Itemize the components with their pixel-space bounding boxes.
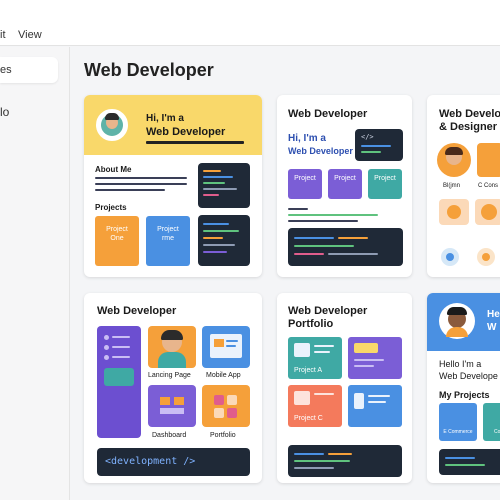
code-snippet: [198, 163, 250, 208]
project-tile-label: Project: [334, 175, 356, 182]
project-tile[interactable]: E Commerce: [439, 403, 477, 441]
project-tile-label: Cor: [493, 429, 500, 435]
mobile-app-thumb[interactable]: [202, 326, 250, 368]
thumb-label: Bl(jmn: [443, 183, 461, 189]
template-card-1[interactable]: Hi, I'm a Web Developer About Me Project…: [84, 95, 262, 277]
code-block: [288, 445, 402, 477]
portfolio-label: Portfolio: [210, 432, 236, 439]
code-banner: <development />: [97, 448, 250, 476]
project-tile-label: Project: [374, 175, 396, 182]
card-title-line2: Portfolio: [288, 318, 334, 330]
card-title-line1: Web Develo: [439, 108, 500, 120]
template-card-6[interactable]: He W Hello I'm a Web Develope My Project…: [427, 293, 500, 483]
project-tile-label: E Commerce: [443, 429, 473, 435]
thumb-label: C Cons: [478, 183, 499, 189]
sidebar: es lo: [0, 47, 70, 500]
project-tile[interactable]: Project: [288, 169, 322, 199]
project-a-label: Project A: [294, 367, 323, 374]
about-title: About Me: [95, 165, 132, 174]
text-line: [288, 208, 308, 210]
mobile-app-label: Mobile App: [206, 372, 241, 379]
project-tile-label: Project rme: [157, 226, 179, 242]
social-icon[interactable]: [477, 248, 495, 266]
landing-page-label: Lancing Page: [148, 372, 191, 379]
menu-view[interactable]: View: [18, 29, 42, 41]
template-card-4[interactable]: Web Developer Lancing Page Mobile App Da…: [84, 293, 262, 483]
project-d-thumb[interactable]: [348, 385, 402, 427]
page-title: Web Developer: [84, 60, 214, 80]
sidebar-item-selected[interactable]: es: [0, 57, 58, 83]
icon-tile: [475, 199, 500, 225]
hero-greeting: Hi, I'm a: [288, 133, 326, 144]
sidebar-item-label: es: [0, 64, 12, 76]
project-tile-label: Project: [294, 175, 316, 182]
projects-title: My Projects: [439, 390, 490, 400]
hero-role: Web Developer: [146, 126, 226, 138]
avatar: [96, 109, 128, 141]
hero-underline: [146, 141, 244, 144]
hero-greeting: Hello I'm a: [439, 359, 482, 369]
code-window: </>: [355, 129, 403, 161]
text-line: [95, 189, 165, 191]
menu-edit[interactable]: it: [0, 29, 6, 41]
code-banner-text: <development />: [105, 456, 196, 467]
dashboard-thumb[interactable]: [148, 385, 196, 427]
card-title-line2: & Designer: [439, 121, 498, 133]
card-title: Web Developer: [97, 305, 177, 317]
text-line: [95, 183, 187, 185]
hero-text: W: [487, 322, 497, 333]
code-snippet: [198, 215, 250, 266]
project-tile[interactable]: Project: [328, 169, 362, 199]
hero-role: Web Developer: [288, 146, 353, 156]
project-tile-label: Project One: [106, 226, 128, 242]
sidebar-item-second[interactable]: lo: [0, 105, 9, 119]
avatar: [439, 303, 475, 339]
hero-text: He: [487, 309, 500, 320]
icon-tile: [439, 199, 469, 225]
project-tile-two[interactable]: Project rme: [146, 216, 190, 266]
text-line: [288, 220, 358, 222]
hero-role: Web Develope: [439, 371, 498, 381]
project-tile-one[interactable]: Project One: [95, 216, 139, 266]
card-title-line1: Web Developer: [288, 305, 368, 317]
portfolio-thumb[interactable]: [202, 385, 250, 427]
project-a-thumb[interactable]: Project A: [288, 337, 342, 379]
avatar: [437, 143, 471, 177]
social-icon[interactable]: [441, 248, 459, 266]
hero-greeting: Hi, I'm a: [146, 113, 184, 124]
projects-title: Projects: [95, 203, 127, 212]
project-b-thumb[interactable]: [348, 337, 402, 379]
menu-bar: it View: [0, 0, 500, 46]
dashboard-label: Dashboard: [152, 432, 187, 439]
project-tile[interactable]: Cor: [483, 403, 500, 441]
project-tile[interactable]: Project: [368, 169, 402, 199]
template-card-5[interactable]: Web Developer Portfolio Project A Projec…: [277, 293, 412, 483]
landing-page-thumb[interactable]: [148, 326, 196, 368]
code-block: [288, 228, 403, 266]
project-thumb: [477, 143, 500, 177]
text-line: [288, 214, 378, 216]
project-c-thumb[interactable]: Project C: [288, 385, 342, 427]
sidebar-preview: [97, 326, 141, 438]
code-glyph: </>: [361, 133, 374, 141]
template-card-3[interactable]: Web Develo & Designer Bl(jmn C Cons: [427, 95, 500, 277]
card-title: Web Developer: [288, 108, 368, 120]
template-card-2[interactable]: Web Developer Hi, I'm a Web Developer </…: [277, 95, 412, 277]
code-block: [439, 449, 500, 475]
project-c-label: Project C: [294, 415, 323, 422]
text-line: [95, 177, 187, 179]
